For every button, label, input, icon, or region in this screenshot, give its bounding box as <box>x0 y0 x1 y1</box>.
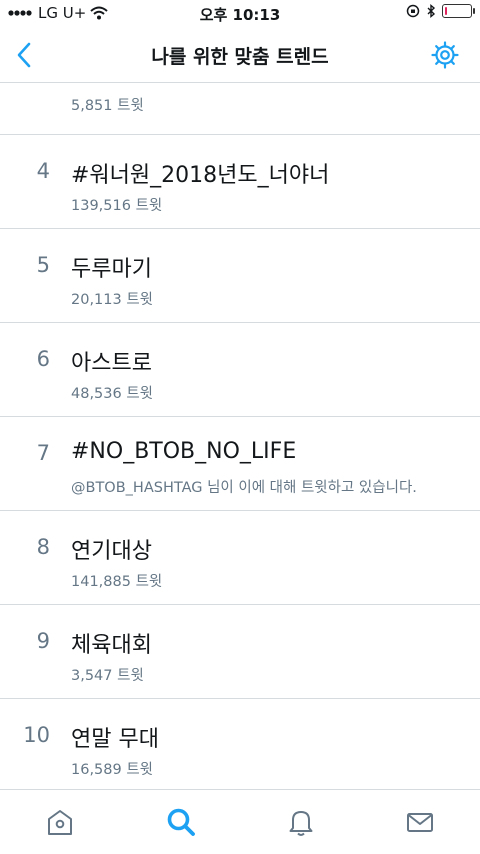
home-icon <box>48 810 72 835</box>
trend-rank: 4 <box>36 159 50 183</box>
tab-search[interactable] <box>165 806 197 838</box>
bell-icon <box>289 811 313 836</box>
trend-item[interactable]: 7 #NO_BTOB_NO_LIFE @BTOB_HASHTAG 님이 이에 대… <box>0 417 480 511</box>
trend-meta: 3,547 트윗 <box>71 668 144 684</box>
trend-name: #워너원_2018년도_너야너 <box>71 163 330 188</box>
trend-rank: 10 <box>23 723 50 747</box>
gear-icon <box>431 41 459 69</box>
tab-home[interactable] <box>44 806 76 838</box>
trend-item[interactable]: 10 연말 무대 16,589 트윗 <box>0 699 480 793</box>
trend-name: 두루마기 <box>71 257 152 282</box>
bluetooth-icon <box>427 4 436 18</box>
nav-bar: 나를 위한 맞춤 트렌드 <box>0 28 480 83</box>
settings-button[interactable] <box>430 40 460 70</box>
trend-item-partial[interactable]: 5,851 트윗 <box>0 82 480 135</box>
trend-meta: 16,589 트윗 <box>71 762 154 778</box>
trend-list: 5,851 트윗 4 #워너원_2018년도_너야너 139,516 트윗 5 … <box>0 82 480 793</box>
trend-meta: 5,851 트윗 <box>71 98 144 114</box>
trend-meta: 20,113 트윗 <box>71 292 154 308</box>
status-bar: LG U+ 오후 10:13 <box>0 0 480 28</box>
tab-notifications[interactable] <box>285 806 317 838</box>
trend-rank: 5 <box>36 253 50 277</box>
trend-name: #NO_BTOB_NO_LIFE <box>71 439 297 464</box>
trend-name: 아스트로 <box>71 351 152 376</box>
trend-rank: 6 <box>36 347 50 371</box>
trend-name: 연말 무대 <box>71 727 159 752</box>
tab-messages[interactable] <box>404 806 436 838</box>
trend-rank: 8 <box>36 535 50 559</box>
trend-meta: @BTOB_HASHTAG 님이 이에 대해 트윗하고 있습니다. <box>71 480 417 496</box>
battery-icon <box>442 4 475 18</box>
trend-item[interactable]: 5 두루마기 20,113 트윗 <box>0 229 480 323</box>
trend-meta: 141,885 트윗 <box>71 574 163 590</box>
trend-rank: 9 <box>36 629 50 653</box>
status-right <box>406 4 475 18</box>
trend-meta: 48,536 트윗 <box>71 386 154 402</box>
trend-item[interactable]: 6 아스트로 48,536 트윗 <box>0 323 480 417</box>
rotation-lock-icon <box>406 4 420 18</box>
trend-rank: 7 <box>36 441 50 465</box>
trend-name: 체육대회 <box>71 633 152 658</box>
trend-name: 연기대상 <box>71 539 152 564</box>
battery-level <box>445 7 447 15</box>
trend-item[interactable]: 8 연기대상 141,885 트윗 <box>0 511 480 605</box>
search-icon <box>167 808 195 836</box>
trend-item[interactable]: 4 #워너원_2018년도_너야너 139,516 트윗 <box>0 135 480 229</box>
trend-meta: 139,516 트윗 <box>71 198 163 214</box>
page-title: 나를 위한 맞춤 트렌드 <box>151 46 329 68</box>
trend-item[interactable]: 9 체육대회 3,547 트윗 <box>0 605 480 699</box>
tab-bar <box>0 789 480 854</box>
mail-icon <box>407 813 433 832</box>
